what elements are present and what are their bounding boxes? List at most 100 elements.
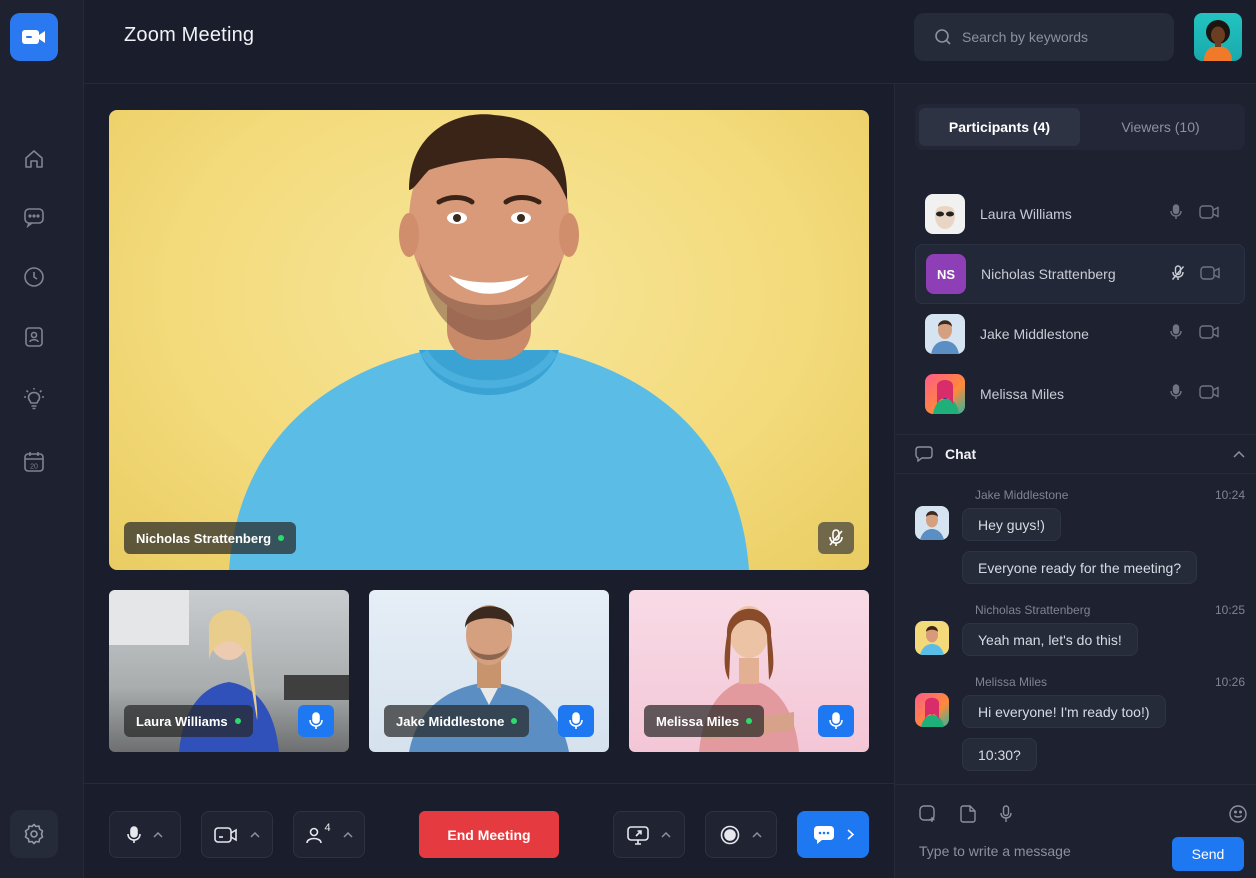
participant-name: Melissa Miles	[980, 386, 1065, 402]
participant-name-tag: Laura Williams	[124, 705, 253, 737]
chevron-up-icon	[661, 831, 671, 838]
avatar	[915, 506, 949, 540]
main-video-tile[interactable]: Nicholas Strattenberg	[109, 110, 869, 570]
participant-name: Nicholas Strattenberg	[981, 266, 1116, 282]
share-screen-button[interactable]	[613, 811, 685, 858]
chat-message-group: Melissa Miles 10:26 Hi everyone! I'm rea…	[915, 675, 1255, 785]
chat-toggle-button[interactable]	[797, 811, 869, 858]
online-indicator	[746, 718, 753, 724]
contacts-icon[interactable]	[20, 323, 48, 351]
participant-row[interactable]: Jake Middlestone	[915, 304, 1245, 364]
mic-icon[interactable]	[1170, 204, 1182, 220]
participant-row[interactable]: Melissa Miles	[915, 364, 1245, 424]
participant-name: Jake Middlestone	[396, 713, 505, 729]
speaker-name-tag: Nicholas Strattenberg	[124, 522, 297, 554]
svg-text:20: 20	[30, 464, 38, 471]
tab-viewers[interactable]: Viewers (10)	[1080, 108, 1241, 146]
user-avatar[interactable]	[1194, 13, 1242, 61]
app-logo[interactable]	[10, 13, 58, 61]
mic-icon	[569, 712, 583, 729]
video-camera-icon	[214, 826, 237, 843]
speaker-video	[229, 114, 749, 570]
gear-icon	[24, 823, 44, 845]
send-button[interactable]: Send	[1172, 837, 1244, 871]
video-camera-icon[interactable]	[1199, 324, 1219, 340]
document-icon[interactable]	[960, 805, 976, 823]
settings-button[interactable]	[10, 810, 58, 858]
avatar: NS	[926, 254, 966, 294]
search-box[interactable]	[914, 13, 1174, 61]
calendar-icon[interactable]: 20	[20, 448, 48, 476]
video-camera-icon	[22, 30, 45, 44]
record-button[interactable]	[705, 811, 777, 858]
mic-icon	[127, 825, 141, 843]
message-sender: Jake Middlestone	[975, 488, 1069, 502]
participant-mic-button[interactable]	[558, 705, 594, 737]
message-input[interactable]	[919, 843, 1149, 859]
online-indicator	[234, 718, 241, 724]
avatar	[925, 314, 965, 354]
mic-icon	[829, 712, 843, 729]
chat-bubble-icon	[915, 446, 933, 462]
participant-name-tag: Melissa Miles	[644, 705, 765, 737]
mic-icon[interactable]	[1170, 384, 1182, 400]
tab-participants[interactable]: Participants (4)	[919, 108, 1080, 146]
participant-tile-melissa[interactable]: Melissa Miles	[629, 590, 869, 752]
search-input[interactable]	[962, 29, 1162, 45]
add-attachment-icon[interactable]	[919, 805, 937, 823]
messages-icon[interactable]	[20, 203, 48, 231]
mic-icon	[309, 712, 323, 729]
message-time: 10:26	[1214, 675, 1245, 689]
participant-tile-laura[interactable]: Laura Williams	[109, 590, 349, 752]
emoji-icon[interactable]	[1229, 805, 1247, 823]
message-time: 10:25	[1214, 603, 1245, 617]
participants-control-button[interactable]: 4	[293, 811, 365, 858]
speaker-mic-muted-button[interactable]	[818, 522, 854, 554]
video-camera-icon[interactable]	[1200, 265, 1220, 281]
video-camera-icon[interactable]	[1199, 384, 1219, 400]
participant-name-tag: Jake Middlestone	[384, 705, 530, 737]
speaker-name: Nicholas Strattenberg	[136, 530, 272, 546]
participants-count: 4	[324, 821, 331, 834]
message-bubble: Hi everyone! I'm ready too!)	[962, 695, 1166, 728]
chevron-up-icon	[752, 831, 762, 838]
message-bubble: Yeah man, let's do this!	[962, 623, 1138, 656]
message-bubble: 10:30?	[962, 738, 1037, 771]
participant-tile-jake[interactable]: Jake Middlestone	[369, 590, 609, 752]
mic-icon[interactable]	[1000, 805, 1012, 823]
mic-icon[interactable]	[1170, 324, 1182, 340]
message-sender: Melissa Miles	[975, 675, 1048, 689]
video-camera-icon[interactable]	[1199, 204, 1219, 220]
lightbulb-icon[interactable]	[20, 385, 48, 413]
participant-row[interactable]: Laura Williams	[915, 184, 1245, 244]
chevron-up-icon	[343, 831, 353, 838]
end-meeting-button[interactable]: End Meeting	[419, 811, 559, 858]
clock-icon[interactable]	[20, 263, 48, 291]
chevron-up-icon[interactable]	[1233, 451, 1245, 458]
participant-name: Melissa Miles	[656, 713, 740, 729]
participant-mic-button[interactable]	[298, 705, 334, 737]
online-indicator	[278, 535, 285, 541]
mic-off-icon[interactable]	[1171, 265, 1185, 281]
record-icon	[720, 825, 740, 844]
participant-mic-button[interactable]	[818, 705, 854, 737]
chevron-right-icon	[846, 829, 854, 840]
participant-name: Jake Middlestone	[980, 326, 1089, 342]
avatar	[925, 194, 965, 234]
message-composer: Send	[895, 784, 1256, 878]
home-icon[interactable]	[20, 145, 48, 173]
chevron-up-icon	[250, 831, 260, 838]
search-icon	[935, 29, 951, 45]
user-icon	[306, 827, 323, 843]
panel-tabs: Participants (4) Viewers (10)	[915, 104, 1245, 150]
participant-list: Laura Williams NS Nicholas Strattenberg …	[915, 184, 1245, 424]
participant-name: Laura Williams	[980, 206, 1072, 222]
participant-row[interactable]: NS Nicholas Strattenberg	[915, 244, 1245, 304]
camera-control-button[interactable]	[201, 811, 273, 858]
share-screen-icon	[627, 825, 649, 845]
chat-header[interactable]: Chat	[895, 434, 1256, 474]
chat-message-group: Nicholas Strattenberg 10:25 Yeah man, le…	[915, 603, 1255, 663]
online-indicator	[511, 718, 518, 724]
mic-control-button[interactable]	[109, 811, 181, 858]
message-bubble: Hey guys!)	[962, 508, 1061, 541]
